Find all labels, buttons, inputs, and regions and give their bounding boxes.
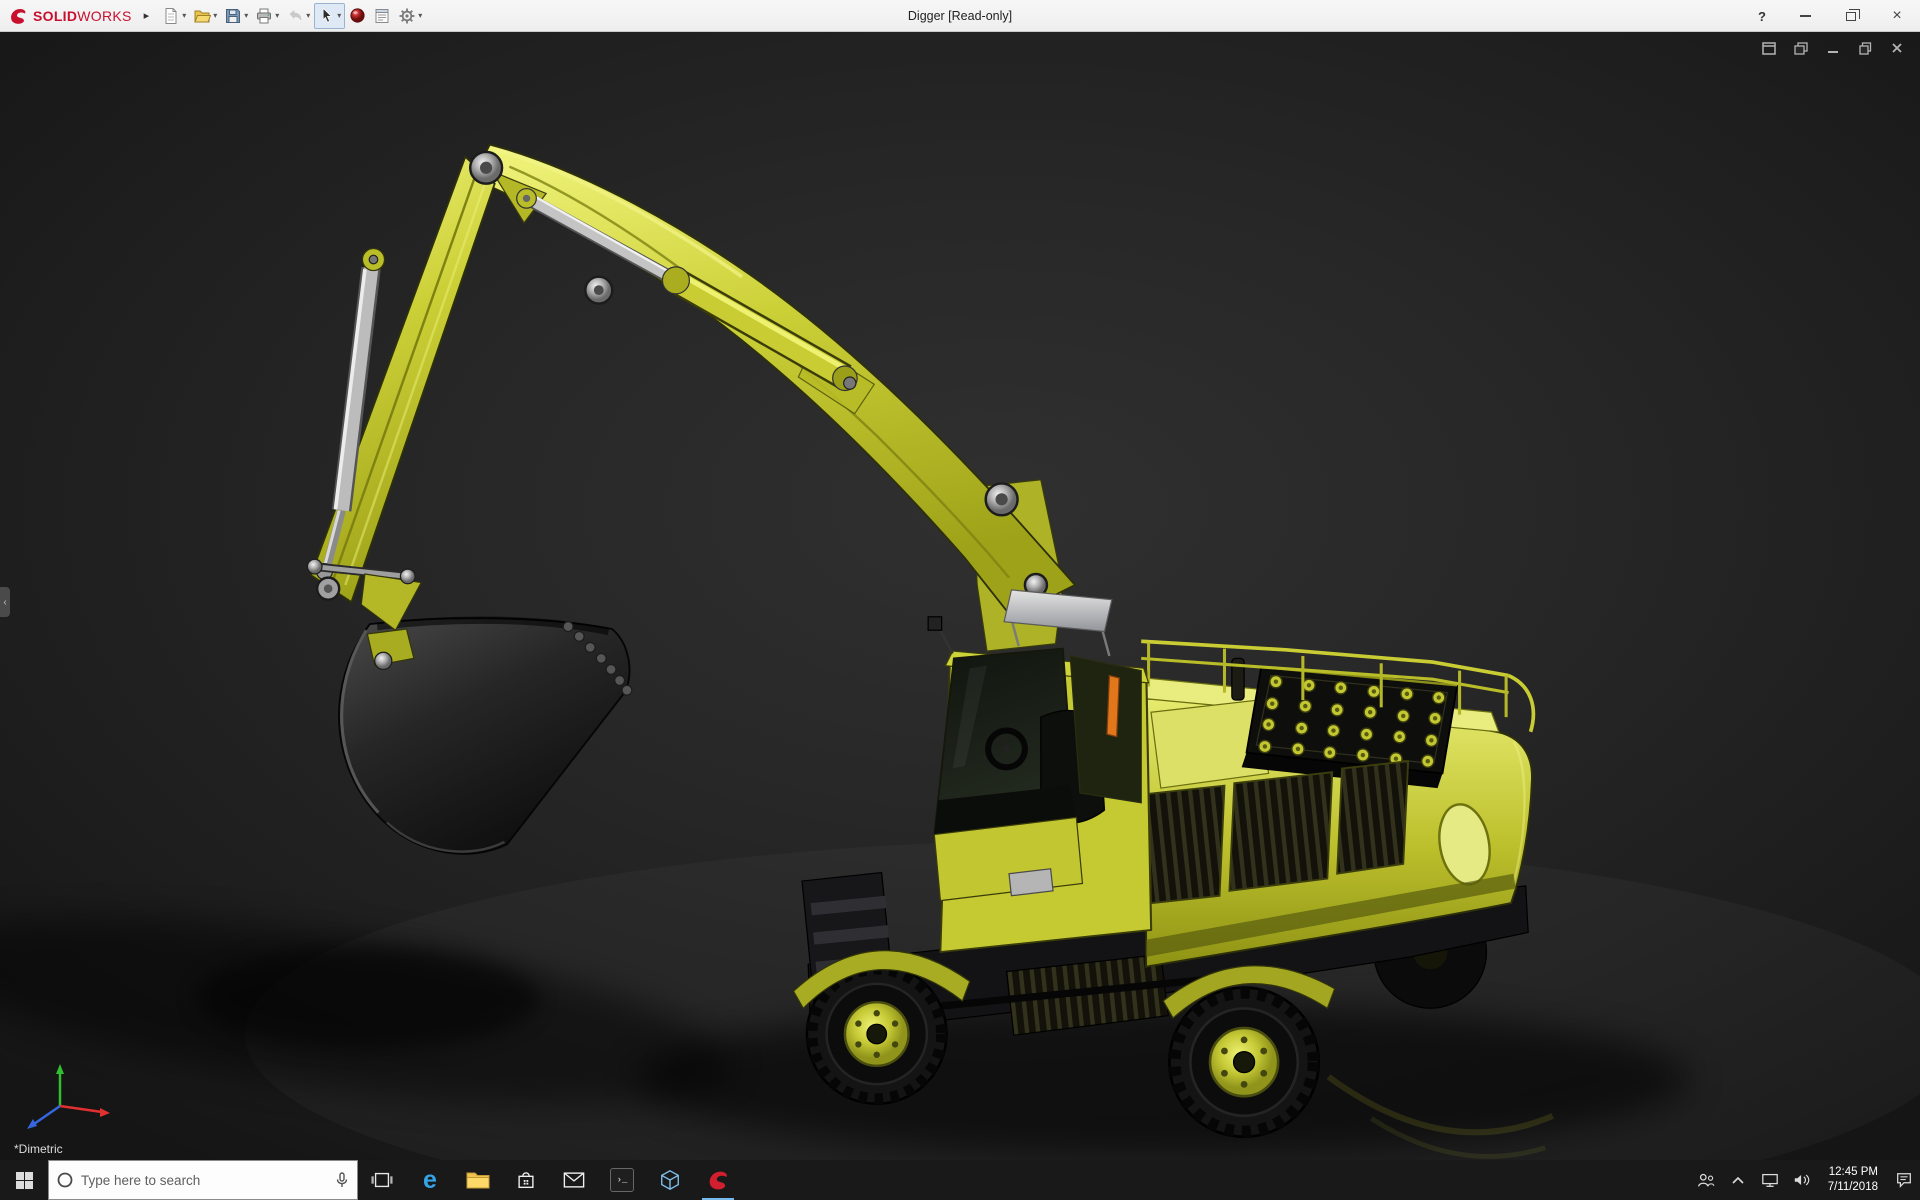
- dropdown-caret[interactable]: ▾: [213, 11, 217, 20]
- 3d-cube-icon: [659, 1169, 681, 1191]
- solidworks-logo: SOLIDWORKS: [0, 6, 142, 26]
- new-document-icon: [162, 7, 180, 25]
- start-button[interactable]: [0, 1160, 48, 1200]
- window-controls: ? ×: [1742, 0, 1920, 32]
- gear-icon: [398, 7, 416, 25]
- edge-icon: e: [423, 1168, 437, 1193]
- dropdown-caret[interactable]: ▾: [306, 11, 310, 20]
- feature-panel-expand-tab[interactable]: ‹: [0, 587, 10, 617]
- people-button[interactable]: [1690, 1160, 1722, 1200]
- doc-cascade-icon[interactable]: [1792, 40, 1810, 56]
- command-prompt-icon: ›_: [610, 1168, 634, 1192]
- taskbar-app-solidworks[interactable]: [694, 1160, 742, 1200]
- title-bar: SOLIDWORKS ▸ ▾ ▾: [0, 0, 1920, 32]
- select-cursor-icon: [318, 7, 335, 24]
- ds-swirl-icon: [8, 6, 28, 26]
- mail-icon: [563, 1171, 585, 1189]
- open-folder-icon: [193, 7, 211, 25]
- taskbar-app-3d-viewer[interactable]: [646, 1160, 694, 1200]
- save-button[interactable]: ▾: [221, 3, 251, 29]
- network-button[interactable]: [1754, 1160, 1786, 1200]
- taskbar-app-command-prompt[interactable]: ›_: [598, 1160, 646, 1200]
- save-floppy-icon: [224, 7, 242, 25]
- hidden-icons-button[interactable]: [1722, 1160, 1754, 1200]
- brand-text: SOLIDWORKS: [33, 8, 132, 24]
- search-input[interactable]: [81, 1173, 327, 1188]
- file-properties-icon: [373, 7, 391, 25]
- dropdown-caret[interactable]: ▾: [244, 11, 248, 20]
- doc-new-window-icon[interactable]: [1760, 40, 1778, 56]
- taskbar-app-file-explorer[interactable]: [454, 1160, 502, 1200]
- graphics-viewport[interactable]: ‹ *Dimetric: [0, 32, 1920, 1160]
- close-button[interactable]: ×: [1874, 0, 1920, 32]
- file-explorer-icon: [466, 1170, 490, 1190]
- action-center-button[interactable]: [1888, 1160, 1920, 1200]
- document-title: Digger [Read-only]: [908, 9, 1012, 23]
- doc-restore-icon[interactable]: [1856, 40, 1874, 56]
- task-view-icon: [371, 1171, 393, 1189]
- solidworks-app-window: SOLIDWORKS ▸ ▾ ▾: [0, 0, 1920, 1200]
- taskbar-app-store[interactable]: [502, 1160, 550, 1200]
- people-icon: [1696, 1171, 1716, 1189]
- taskbar-app-edge[interactable]: e: [406, 1160, 454, 1200]
- options-button[interactable]: ▾: [395, 3, 425, 29]
- system-tray: 12:45 PM 7/11/2018: [1690, 1160, 1920, 1200]
- render-sphere-button[interactable]: [346, 3, 369, 29]
- action-center-icon: [1895, 1171, 1913, 1189]
- close-icon: ×: [1892, 8, 1901, 24]
- solidworks-icon: [706, 1168, 730, 1192]
- printer-icon: [255, 7, 273, 25]
- red-sphere-icon: [349, 7, 366, 24]
- quick-access-toolbar: ▾ ▾ ▾ ▾: [159, 3, 425, 29]
- store-icon: [515, 1169, 537, 1191]
- document-window-controls: [1760, 40, 1906, 56]
- undo-button[interactable]: ▾: [283, 3, 313, 29]
- minimize-button[interactable]: [1782, 0, 1828, 32]
- volume-icon: [1793, 1172, 1811, 1188]
- taskbar-clock[interactable]: 12:45 PM 7/11/2018: [1818, 1160, 1888, 1200]
- taskbar-app-mail[interactable]: [550, 1160, 598, 1200]
- chevron-up-icon: [1731, 1175, 1745, 1185]
- restore-button[interactable]: [1828, 0, 1874, 32]
- open-button[interactable]: ▾: [190, 3, 220, 29]
- volume-button[interactable]: [1786, 1160, 1818, 1200]
- dropdown-caret[interactable]: ▾: [182, 11, 186, 20]
- windows-logo-icon: [16, 1172, 33, 1189]
- dropdown-caret[interactable]: ▾: [275, 11, 279, 20]
- restore-icon: [1846, 12, 1856, 21]
- select-tool-button[interactable]: ▾: [314, 3, 345, 29]
- network-icon: [1761, 1172, 1779, 1188]
- doc-close-icon[interactable]: [1888, 40, 1906, 56]
- dipper-cylinder: [517, 189, 857, 391]
- task-view-button[interactable]: [358, 1160, 406, 1200]
- file-properties-button[interactable]: [370, 3, 394, 29]
- new-document-button[interactable]: ▾: [159, 3, 189, 29]
- taskbar-search[interactable]: [48, 1160, 358, 1200]
- help-button[interactable]: ?: [1742, 0, 1782, 32]
- minimize-icon: [1800, 15, 1811, 17]
- view-orientation-label: *Dimetric: [14, 1142, 63, 1156]
- windows-taskbar: e ›_: [0, 1160, 1920, 1200]
- menu-flyout-arrow[interactable]: ▸: [142, 9, 160, 22]
- undo-arrow-icon: [286, 7, 304, 25]
- doc-minimize-icon[interactable]: [1824, 40, 1842, 56]
- print-button[interactable]: ▾: [252, 3, 282, 29]
- dropdown-caret[interactable]: ▾: [418, 11, 422, 20]
- microphone-icon[interactable]: [335, 1172, 349, 1188]
- excavator-model: [0, 32, 1920, 1160]
- clock-time: 12:45 PM: [1829, 1165, 1878, 1180]
- orientation-triad[interactable]: [16, 1060, 112, 1132]
- search-circle-icon: [57, 1172, 73, 1188]
- clock-date: 7/11/2018: [1828, 1180, 1878, 1195]
- dropdown-caret[interactable]: ▾: [337, 11, 341, 20]
